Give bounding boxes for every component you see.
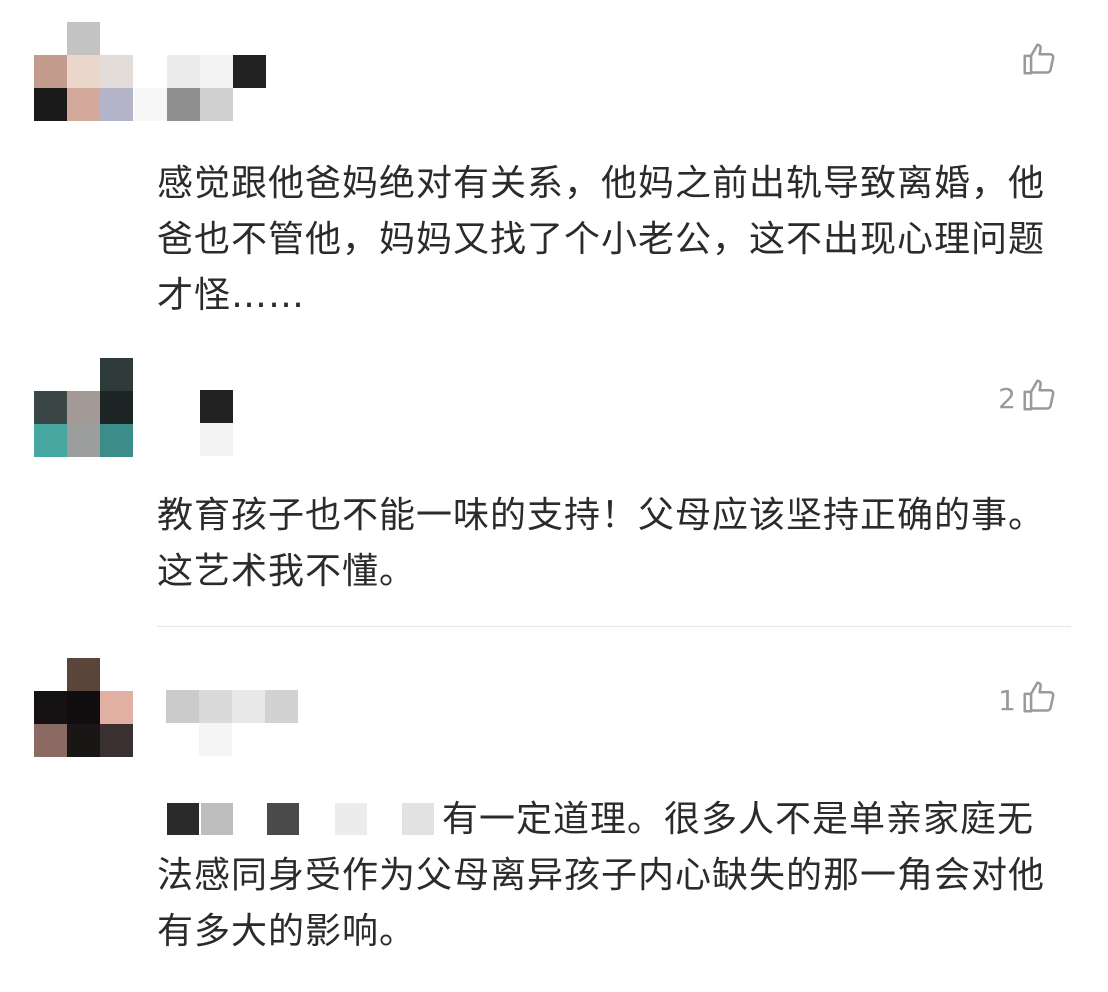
divider [157, 626, 1071, 627]
like-button[interactable] [1016, 40, 1058, 85]
username[interactable] [200, 390, 235, 456]
avatar[interactable] [34, 358, 134, 458]
comment-text: 教育孩子也不能一味的支持！父母应该坚持正确的事。这艺术我不懂。 [157, 495, 1046, 592]
thumbs-up-icon [1020, 376, 1058, 421]
avatar[interactable] [34, 22, 134, 122]
username[interactable] [166, 690, 336, 756]
comment-body: 有一定道理。很多人不是单亲家庭无法感同身受作为父母离异孩子内心缺失的那一角会对他… [157, 792, 1062, 960]
like-count: 1 [998, 683, 1016, 717]
comment-text: 感觉跟他爸妈绝对有关系，他妈之前出轨导致离婚，他爸也不管他，妈妈又找了个小老公，… [157, 163, 1046, 316]
like-button[interactable]: 2 [998, 376, 1058, 421]
comment-item: 2 教育孩子也不能一味的支持！父母应该坚持正确的事。这艺术我不懂。 [0, 330, 1108, 628]
like-count: 2 [998, 381, 1016, 415]
thumbs-up-icon [1020, 678, 1058, 723]
thumbs-up-icon [1020, 40, 1058, 85]
comment-item: 感觉跟他爸妈绝对有关系，他妈之前出轨导致离婚，他爸也不管他，妈妈又找了个小老公，… [0, 0, 1108, 330]
comment-item: 1 有一定道理。很多人不是单亲家庭无法感同身受作为父母离异孩子内心缺失的那一角会… [0, 628, 1108, 992]
avatar[interactable] [34, 658, 134, 758]
like-button[interactable]: 1 [998, 678, 1058, 723]
mention-mosaic[interactable] [157, 801, 442, 841]
username[interactable] [134, 55, 269, 121]
